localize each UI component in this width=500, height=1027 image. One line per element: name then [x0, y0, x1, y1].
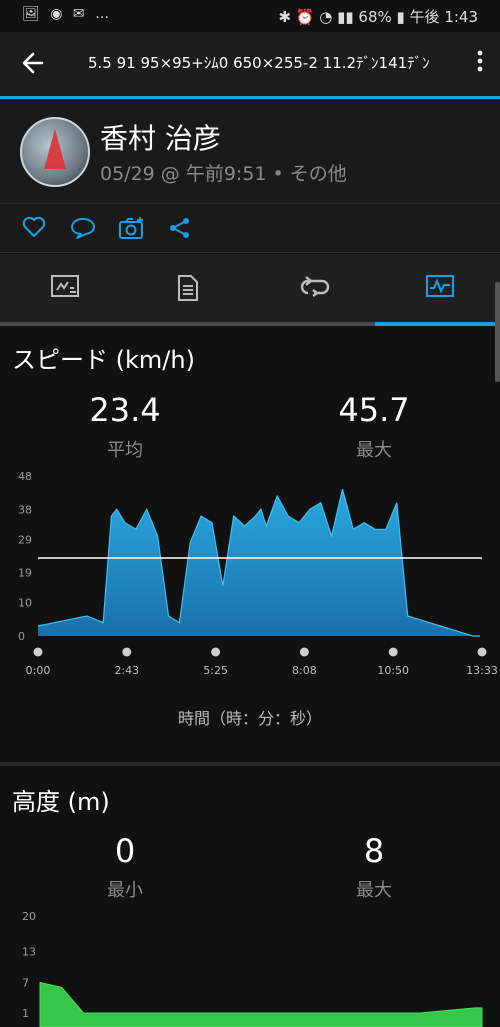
elevation-chart: 1 7 13 20 — [22, 910, 483, 1027]
camera-plus-icon[interactable] — [118, 216, 146, 246]
back-arrow-icon[interactable] — [20, 48, 46, 85]
elevation-min-label: 最小 — [107, 880, 143, 901]
speed-x-tick-dot-0 — [33, 647, 43, 657]
elevation-max-label: 最大 — [356, 880, 392, 901]
elevation-min-value: 0 — [114, 832, 136, 870]
elevation-y-tick-0: 1 — [22, 1007, 29, 1020]
elevation-y-tick-1: 7 — [22, 976, 29, 989]
speed-x-tick-dot-3 — [299, 647, 309, 657]
elevation-area — [39, 981, 483, 1027]
speed-x-tick-dot-4 — [388, 647, 398, 657]
tab-indicator-active — [375, 322, 500, 326]
tab-details[interactable] — [125, 254, 250, 324]
user-name: 香村 治彦 — [100, 122, 221, 155]
speed-avg-label: 平均 — [107, 440, 143, 461]
speed-y-tick-2: 19 — [18, 567, 32, 580]
avatar[interactable] — [20, 117, 90, 187]
tab-laps[interactable] — [250, 254, 375, 324]
speed-x-tick-0: 0:00 — [26, 664, 51, 677]
speed-y-tick-3: 29 — [18, 533, 32, 546]
speed-max-value: 45.7 — [338, 391, 410, 429]
speed-x-tick-dot-5 — [477, 647, 487, 657]
speed-y-tick-5: 48 — [18, 470, 32, 483]
avatar-image — [44, 129, 66, 169]
action-bar — [0, 204, 500, 252]
speed-max-label: 最大 — [356, 440, 392, 461]
app-bar: 5.5 91 95×95+ｼﾑ0 650×255-2 11.2ﾃﾞﾝ141ﾃﾞﾝ — [0, 32, 500, 96]
speed-x-tick-3: 8:08 — [292, 664, 317, 677]
section-divider — [0, 762, 500, 766]
heart-icon[interactable] — [22, 216, 46, 244]
tab-charts[interactable] — [375, 254, 500, 324]
elevation-title: 高度 (m) — [12, 788, 110, 816]
speed-avg-value: 23.4 — [89, 391, 161, 429]
speed-chart: 0 10 19 29 38 48 0:00 2:43 5:25 8:08 10:50 13:33 — [18, 470, 498, 677]
speed-x-tick-dot-1 — [122, 647, 132, 657]
status-bar: 🖼 ◉ ✉ … ✱ ⏰ ◔ ▮▮ 68% ▮ 午後 1:43 — [0, 0, 500, 32]
tab-bar — [0, 254, 500, 324]
scrollbar-thumb[interactable] — [495, 282, 500, 382]
elevation-max-value: 8 — [363, 832, 385, 870]
speed-y-tick-4: 38 — [18, 503, 32, 516]
laps-icon — [300, 276, 330, 297]
overview-icon — [51, 275, 79, 297]
charts-icon — [426, 275, 454, 297]
tab-indicator-track — [0, 322, 500, 326]
speed-x-tick-1: 2:43 — [114, 664, 139, 677]
more-options-icon[interactable] — [476, 48, 484, 80]
details-icon — [178, 275, 198, 301]
speed-x-tick-2: 5:25 — [203, 664, 228, 677]
activity-header: 香村 治彦 05/29 @ 午前9:51 • その他 — [0, 99, 500, 203]
speed-xaxis-caption: 時間（時：分：秒） — [177, 709, 322, 728]
comment-icon[interactable] — [70, 216, 96, 246]
speed-y-tick-1: 10 — [18, 597, 32, 610]
tab-overview[interactable] — [0, 254, 125, 324]
activity-title: 5.5 91 95×95+ｼﾑ0 650×255-2 11.2ﾃﾞﾝ141ﾃﾞﾝ — [88, 54, 430, 72]
activity-meta: 05/29 @ 午前9:51 • その他 — [100, 163, 347, 185]
elevation-y-tick-3: 20 — [22, 910, 36, 923]
notification-icons: 🖼 ◉ ✉ … — [22, 6, 113, 22]
speed-x-tick-4: 10:50 — [377, 664, 409, 677]
elevation-y-tick-2: 13 — [22, 946, 36, 959]
speed-x-tick-5: 13:33 — [466, 664, 498, 677]
speed-title: スピード (km/h) — [12, 346, 195, 374]
speed-x-tick-dot-2 — [211, 647, 221, 657]
share-icon[interactable] — [168, 216, 192, 246]
speed-y-tick-0: 0 — [18, 630, 25, 643]
status-indicators: ✱ ⏰ ◔ ▮▮ 68% ▮ 午後 1:43 — [278, 8, 479, 26]
divider — [0, 252, 500, 253]
